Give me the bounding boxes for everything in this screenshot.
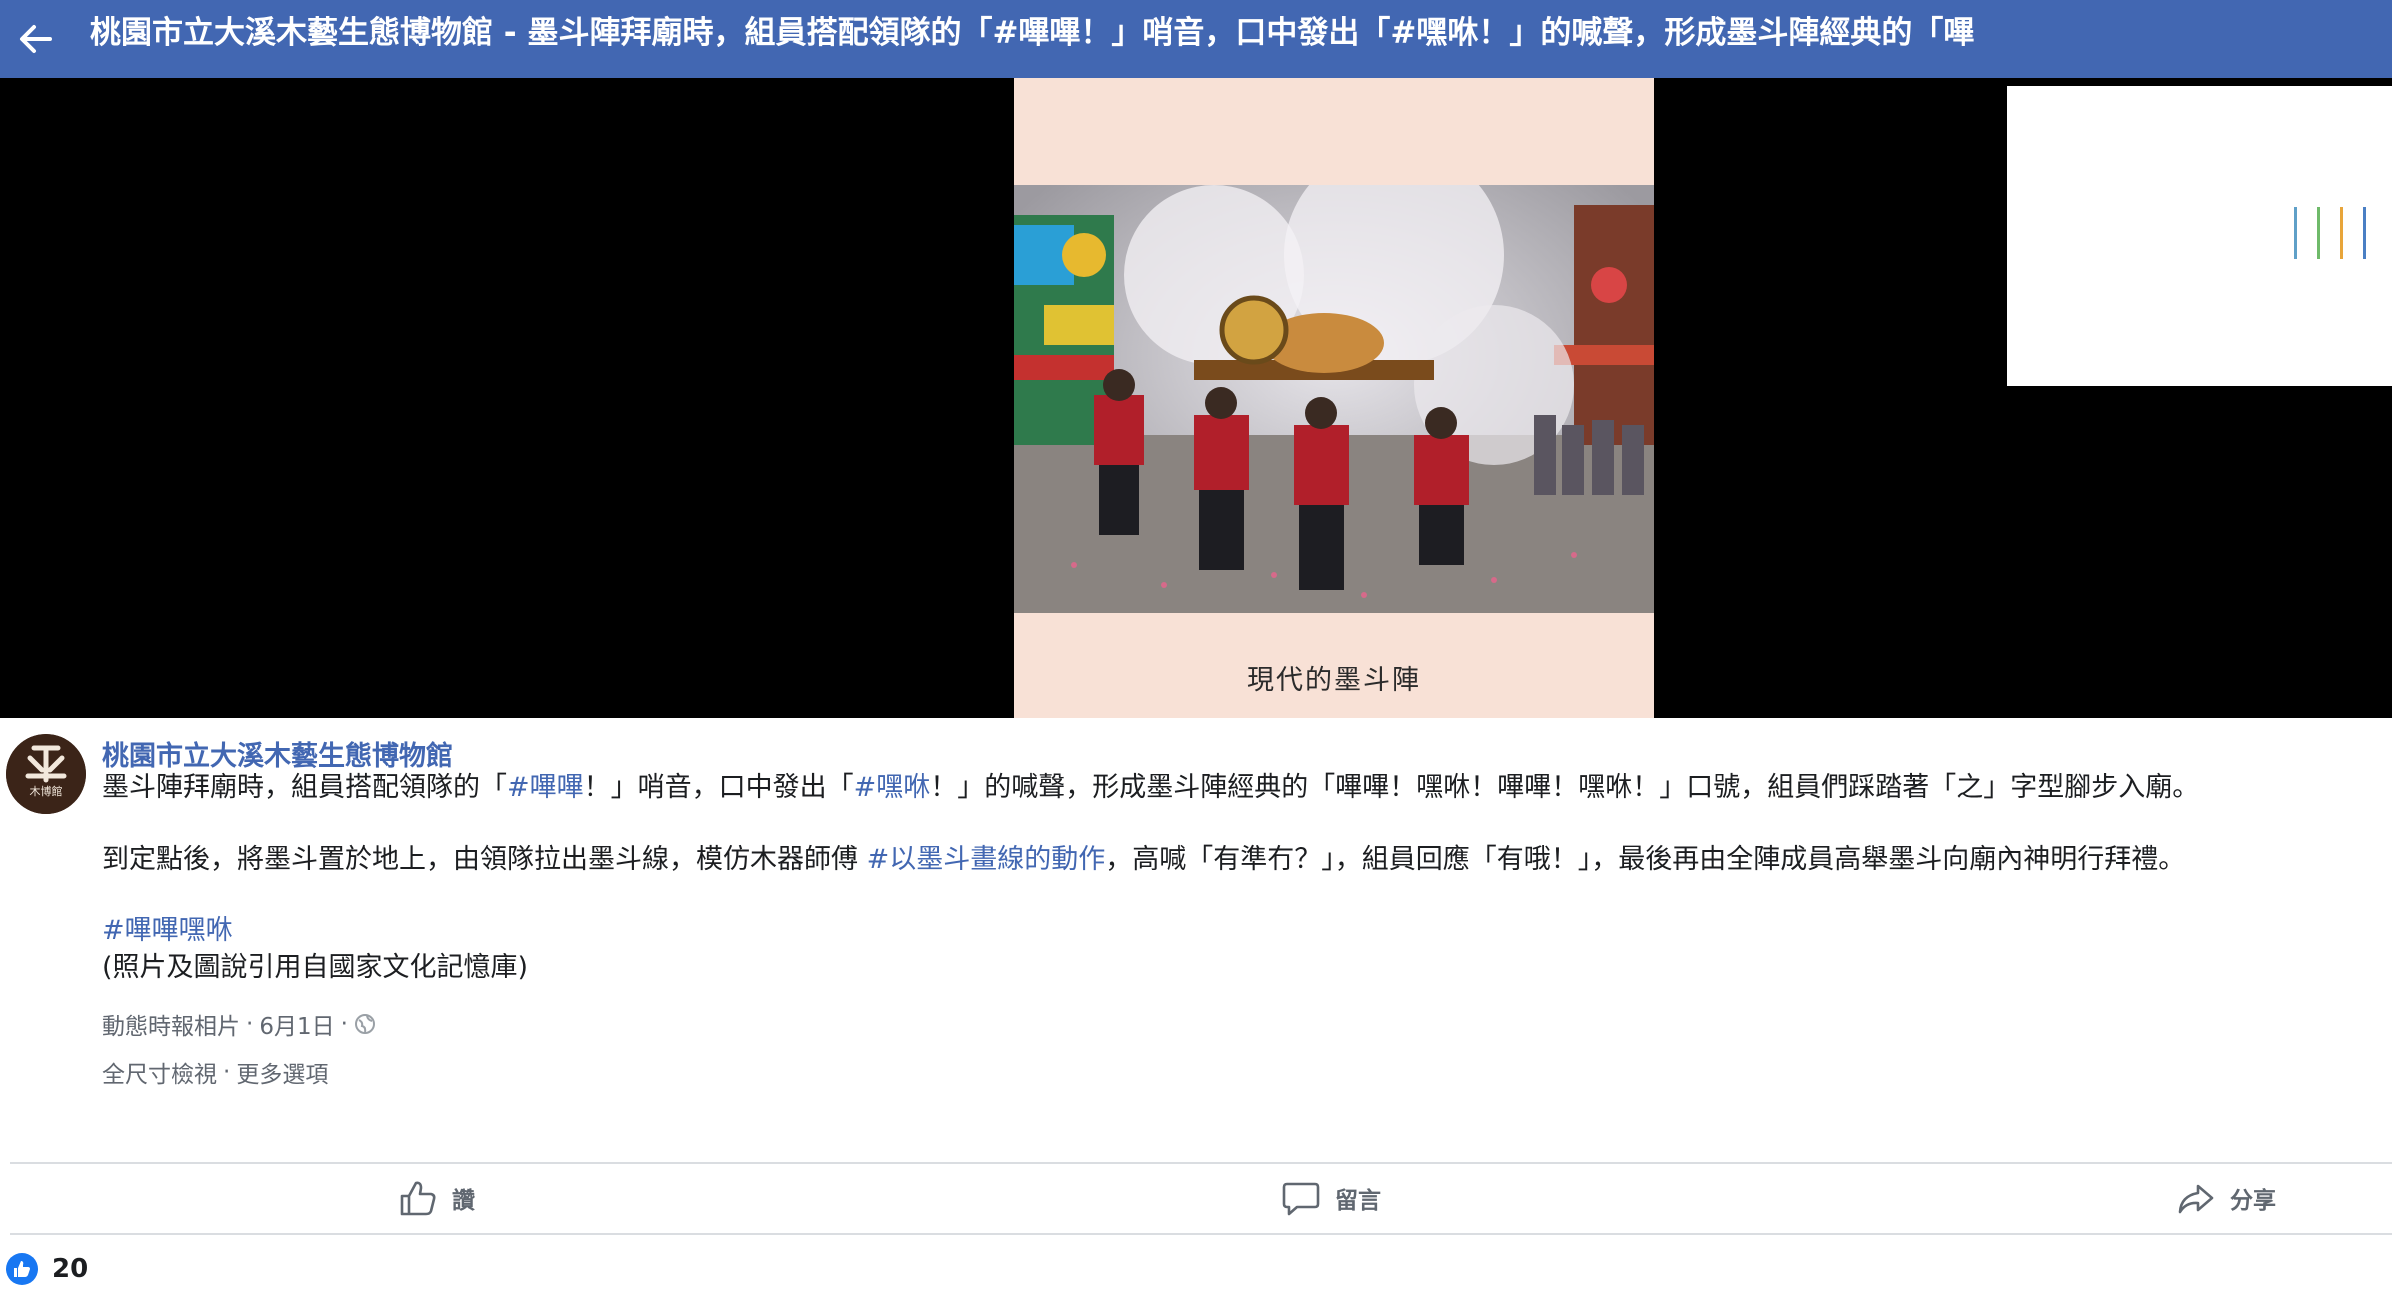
like-label: 讚 <box>452 1188 475 1214</box>
share-arrow-icon <box>2178 1184 2214 1214</box>
page-name-link[interactable]: 桃園市立大溪木藝生態博物館 <box>102 734 453 773</box>
hashtag-link[interactable]: #嗶嗶嘿咻 <box>102 915 233 946</box>
post-meta: 動態時報相片 · 6月1日 · <box>102 1007 376 1041</box>
arrow-left-icon <box>20 25 52 53</box>
hashtag-link[interactable]: #嘿咻 <box>854 772 931 803</box>
share-button[interactable]: 分享 <box>2176 1176 2276 1220</box>
comment-label: 留言 <box>1335 1188 1381 1214</box>
avatar-logo-text: 木博館 <box>30 784 63 798</box>
post-photo[interactable]: 現代的墨斗陣 <box>1014 78 1654 718</box>
post-paragraph-1: 墨斗陣拜廟時，組員搭配領隊的「#嗶嗶！」哨音，口中發出「#嘿咻！」的喊聲，形成墨… <box>102 771 2199 805</box>
post-date-link[interactable]: 6月1日 <box>259 1007 334 1041</box>
photo-viewer: 現代的墨斗陣 <box>0 78 2392 718</box>
album-link[interactable]: 動態時報相片 <box>102 1007 240 1041</box>
photo-caption: 現代的墨斗陣 <box>1247 665 1421 696</box>
post-text-segment: 到定點後，將墨斗置於地上，由領隊拉出墨斗線，模仿木器師傅 <box>102 844 867 875</box>
hashtag-link[interactable]: #以墨斗畫線的動作 <box>867 844 1106 875</box>
post-text-segment: ！」的喊聲，形成墨斗陣經典的「嗶嗶！嘿咻！嗶嗶！嘿咻！」口號，組員們踩踏著「之」… <box>930 772 2200 803</box>
post-paragraph-2: 到定點後，將墨斗置於地上，由領隊拉出墨斗線，模仿木器師傅 #以墨斗畫線的動作，高… <box>102 843 2185 877</box>
post-text-segment: ，高喊「有準冇？」，組員回應「有哦！」，最後再由全陣成員高舉墨斗向廟內神明行拜禮… <box>1105 844 2186 875</box>
thumbs-up-icon <box>400 1181 436 1216</box>
like-button[interactable]: 讚 <box>398 1176 475 1220</box>
hashtag-link[interactable]: #嗶嗶 <box>507 772 584 803</box>
divider <box>10 1233 2392 1235</box>
back-button[interactable] <box>8 12 62 66</box>
header-title: 桃園市立大溪木藝生態博物館 - 墨斗陣拜廟時，組員搭配領隊的「#嗶嗶！」哨音，口… <box>90 15 1975 51</box>
share-label: 分享 <box>2230 1188 2276 1214</box>
like-count: 20 <box>52 1254 89 1284</box>
separator-dot: · <box>340 1011 348 1037</box>
side-panel <box>2007 86 2392 386</box>
post-text-segment: ！」哨音，口中發出「 <box>583 772 854 803</box>
photo-options: 全尺寸檢視 · 更多選項 <box>102 1055 328 1089</box>
comment-button[interactable]: 留言 <box>1281 1176 1381 1220</box>
post-hashtag-line: #嗶嗶嘿咻 <box>102 914 233 948</box>
reaction-summary[interactable]: 20 <box>6 1253 88 1285</box>
like-reaction-icon <box>6 1253 38 1285</box>
speech-bubble-icon <box>1282 1182 1320 1216</box>
loading-bars-icon <box>2294 207 2366 259</box>
source-note: (照片及圖說引用自國家文化記憶庫) <box>102 952 529 983</box>
full-size-link[interactable]: 全尺寸檢視 <box>102 1055 217 1089</box>
page-avatar[interactable]: 木博館 <box>6 734 86 814</box>
more-options-link[interactable]: 更多選項 <box>236 1055 328 1089</box>
globe-icon[interactable] <box>354 1013 376 1035</box>
photo-scene <box>1014 185 1654 613</box>
separator-dot: · <box>246 1011 254 1037</box>
divider <box>10 1162 2392 1164</box>
separator-dot: · <box>223 1059 231 1085</box>
post-text-segment: 墨斗陣拜廟時，組員搭配領隊的「 <box>102 772 507 803</box>
photo-viewer-header: 桃園市立大溪木藝生態博物館 - 墨斗陣拜廟時，組員搭配領隊的「#嗶嗶！」哨音，口… <box>0 0 2392 78</box>
